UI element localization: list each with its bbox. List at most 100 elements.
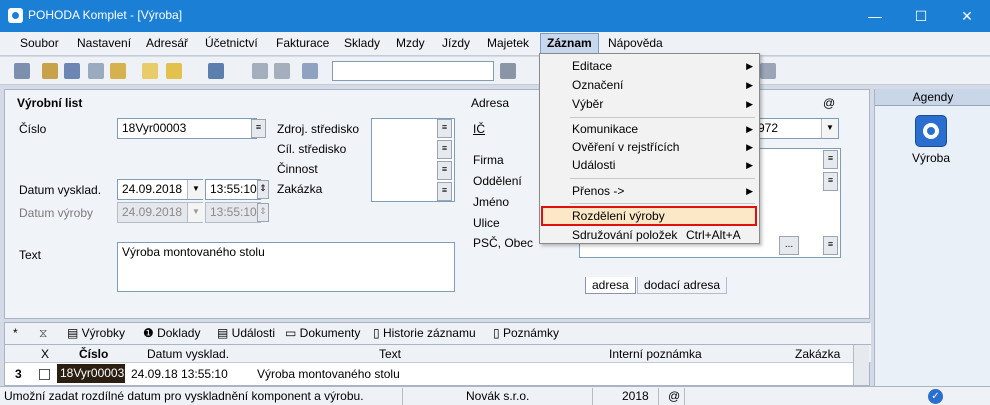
cancel-icon[interactable]	[274, 63, 290, 79]
menu-item-sdruzovani[interactable]: Sdružování položek	[572, 228, 677, 242]
menu-item-vyber[interactable]: Výběr	[572, 97, 603, 111]
tab-poznamky-label: Poznámky	[502, 326, 559, 340]
cislo-input[interactable]: 18Vyr00003	[117, 118, 257, 139]
vyroba-agenda-icon[interactable]	[915, 115, 947, 147]
menu-item-editace[interactable]: Editace	[572, 59, 612, 73]
tab-poznamky[interactable]: ▯ Poznámky	[493, 326, 559, 340]
zakazka-select-button[interactable]: ≡	[437, 182, 452, 201]
ic-label: IČ	[473, 122, 485, 136]
menu-fakturace[interactable]: Fakturace	[276, 36, 329, 50]
firma-select-button[interactable]: ≡	[823, 150, 838, 169]
menu-item-prenos[interactable]: Přenos ->	[572, 184, 624, 198]
menu-mzdy[interactable]: Mzdy	[396, 36, 425, 50]
col-datum[interactable]: Datum vysklad.	[147, 347, 229, 361]
cas-vyroby-spinner: ⇕	[257, 203, 269, 222]
back-icon[interactable]	[208, 63, 224, 79]
submenu-arrow-icon: ▶	[746, 142, 753, 152]
tab-adresa[interactable]: adresa	[585, 277, 636, 294]
tab-dokumenty-label: Dokumenty	[299, 326, 361, 340]
menu-ucetnictvi[interactable]: Účetnictví	[205, 36, 258, 50]
col-cislo[interactable]: Číslo	[79, 347, 108, 361]
submenu-arrow-icon: ▶	[746, 124, 753, 134]
menu-adresar[interactable]: Adresář	[146, 36, 188, 50]
datum-vyskl-dropdown[interactable]: ▼	[187, 180, 204, 199]
menu-bar: Soubor Nastavení Adresář Účetnictví Fakt…	[0, 32, 990, 56]
filter-combobox[interactable]	[332, 61, 494, 81]
oddeleni-select-button[interactable]: ≡	[823, 172, 838, 191]
table-row[interactable]: 3 18Vyr00003 24.09.18 13:55:10 Výroba mo…	[5, 364, 871, 384]
new-row-star[interactable]: *	[13, 326, 18, 340]
window-title: POHODA Komplet - [Výroba]	[28, 8, 183, 22]
cil-select-button[interactable]: ≡	[437, 140, 452, 159]
save-icon[interactable]	[252, 63, 268, 79]
row-checkbox[interactable]	[39, 369, 50, 380]
tab-vyrobky[interactable]: ▤ Výrobky	[67, 326, 125, 340]
col-text[interactable]: Text	[379, 347, 401, 361]
col-zakazka[interactable]: Zakázka	[795, 347, 840, 361]
filter-tab-icon[interactable]: ⧖	[39, 326, 47, 341]
tab-dokumenty[interactable]: ▭ Dokumenty	[285, 326, 360, 340]
copy-icon[interactable]	[42, 63, 58, 79]
document-icon[interactable]	[302, 63, 318, 79]
menu-sklady[interactable]: Sklady	[344, 36, 380, 50]
cislo-label: Číslo	[19, 122, 47, 136]
tab-vyrobky-label: Výrobky	[81, 326, 126, 340]
cil-stredisko-label: Cíl. středisko	[277, 142, 347, 156]
grid-scrollbar[interactable]	[853, 345, 869, 385]
menu-separator	[570, 117, 755, 118]
minimize-button[interactable]: —	[852, 0, 898, 32]
maximize-button[interactable]: ☐	[898, 0, 944, 32]
firma-label: Firma	[473, 153, 504, 167]
export-icon[interactable]	[110, 63, 126, 79]
preview-icon[interactable]	[88, 63, 104, 79]
obec-select-button[interactable]: ≡	[823, 236, 838, 255]
help-icon[interactable]	[760, 63, 776, 79]
tab-doklady[interactable]: ❶ Doklady	[143, 326, 200, 340]
menu-majetek[interactable]: Majetek	[487, 36, 529, 50]
cislo-select-button[interactable]: ≡	[251, 119, 266, 138]
row-index: 3	[15, 367, 22, 381]
datum-vyroby-label: Datum výroby	[19, 206, 94, 220]
tab-udalosti[interactable]: ▤ Události	[217, 326, 275, 340]
menu-item-rozdeleni-vyroby[interactable]: Rozdělení výroby	[572, 209, 665, 223]
edit-icon[interactable]	[166, 63, 182, 79]
new-record-icon[interactable]	[142, 63, 158, 79]
menu-separator	[570, 203, 755, 204]
zakazka-label: Zakázka	[277, 182, 323, 196]
menu-item-udalosti[interactable]: Události	[572, 158, 615, 172]
oddeleni-label: Oddělení	[473, 174, 522, 188]
psc-browse-button[interactable]: ...	[779, 236, 799, 255]
menu-nastaveni[interactable]: Nastavení	[77, 36, 131, 50]
menu-item-oznaceni[interactable]: Označení	[572, 78, 623, 92]
cinnost-select-button[interactable]: ≡	[437, 161, 452, 180]
exit-icon[interactable]	[14, 63, 30, 79]
col-poznamka[interactable]: Interní poznámka	[609, 347, 702, 361]
filter-icon[interactable]	[500, 63, 516, 79]
email-at-label: @	[823, 96, 836, 110]
zdroj-select-button[interactable]: ≡	[437, 119, 452, 138]
menu-napoveda[interactable]: Nápověda	[608, 36, 663, 50]
ic-dropdown[interactable]: ▼	[821, 119, 838, 138]
agendy-panel: Agendy Výroba	[874, 89, 990, 386]
print-icon[interactable]	[64, 63, 80, 79]
jmeno-label: Jméno	[473, 195, 510, 209]
agendy-header: Agendy	[875, 89, 990, 106]
menu-item-overeni[interactable]: Ověření v rejstřících	[572, 140, 679, 154]
adresa-label: Adresa	[471, 96, 510, 110]
menu-jizdy[interactable]: Jízdy	[442, 36, 470, 50]
menu-soubor[interactable]: Soubor	[20, 36, 59, 50]
vyroba-agenda-label[interactable]: Výroba	[912, 151, 950, 165]
submenu-arrow-icon: ▶	[746, 80, 753, 90]
close-button[interactable]: ✕	[944, 0, 990, 32]
text-input[interactable]: Výroba montovaného stolu	[117, 242, 455, 292]
menu-item-komunikace[interactable]: Komunikace	[572, 122, 638, 136]
col-x[interactable]: X	[41, 347, 49, 361]
cas-vyskl-input[interactable]: 13:55:10	[205, 179, 261, 200]
datum-vyskl-label: Datum vysklad.	[19, 183, 102, 197]
cas-vyskl-spinner[interactable]: ⇕	[257, 180, 269, 199]
tab-dodaci-adresa[interactable]: dodací adresa	[637, 277, 728, 294]
toolbar	[0, 57, 990, 85]
app-icon	[8, 8, 23, 23]
tab-historie[interactable]: ▯ Historie záznamu	[373, 326, 476, 340]
menu-zaznam[interactable]: Záznam	[540, 33, 599, 54]
